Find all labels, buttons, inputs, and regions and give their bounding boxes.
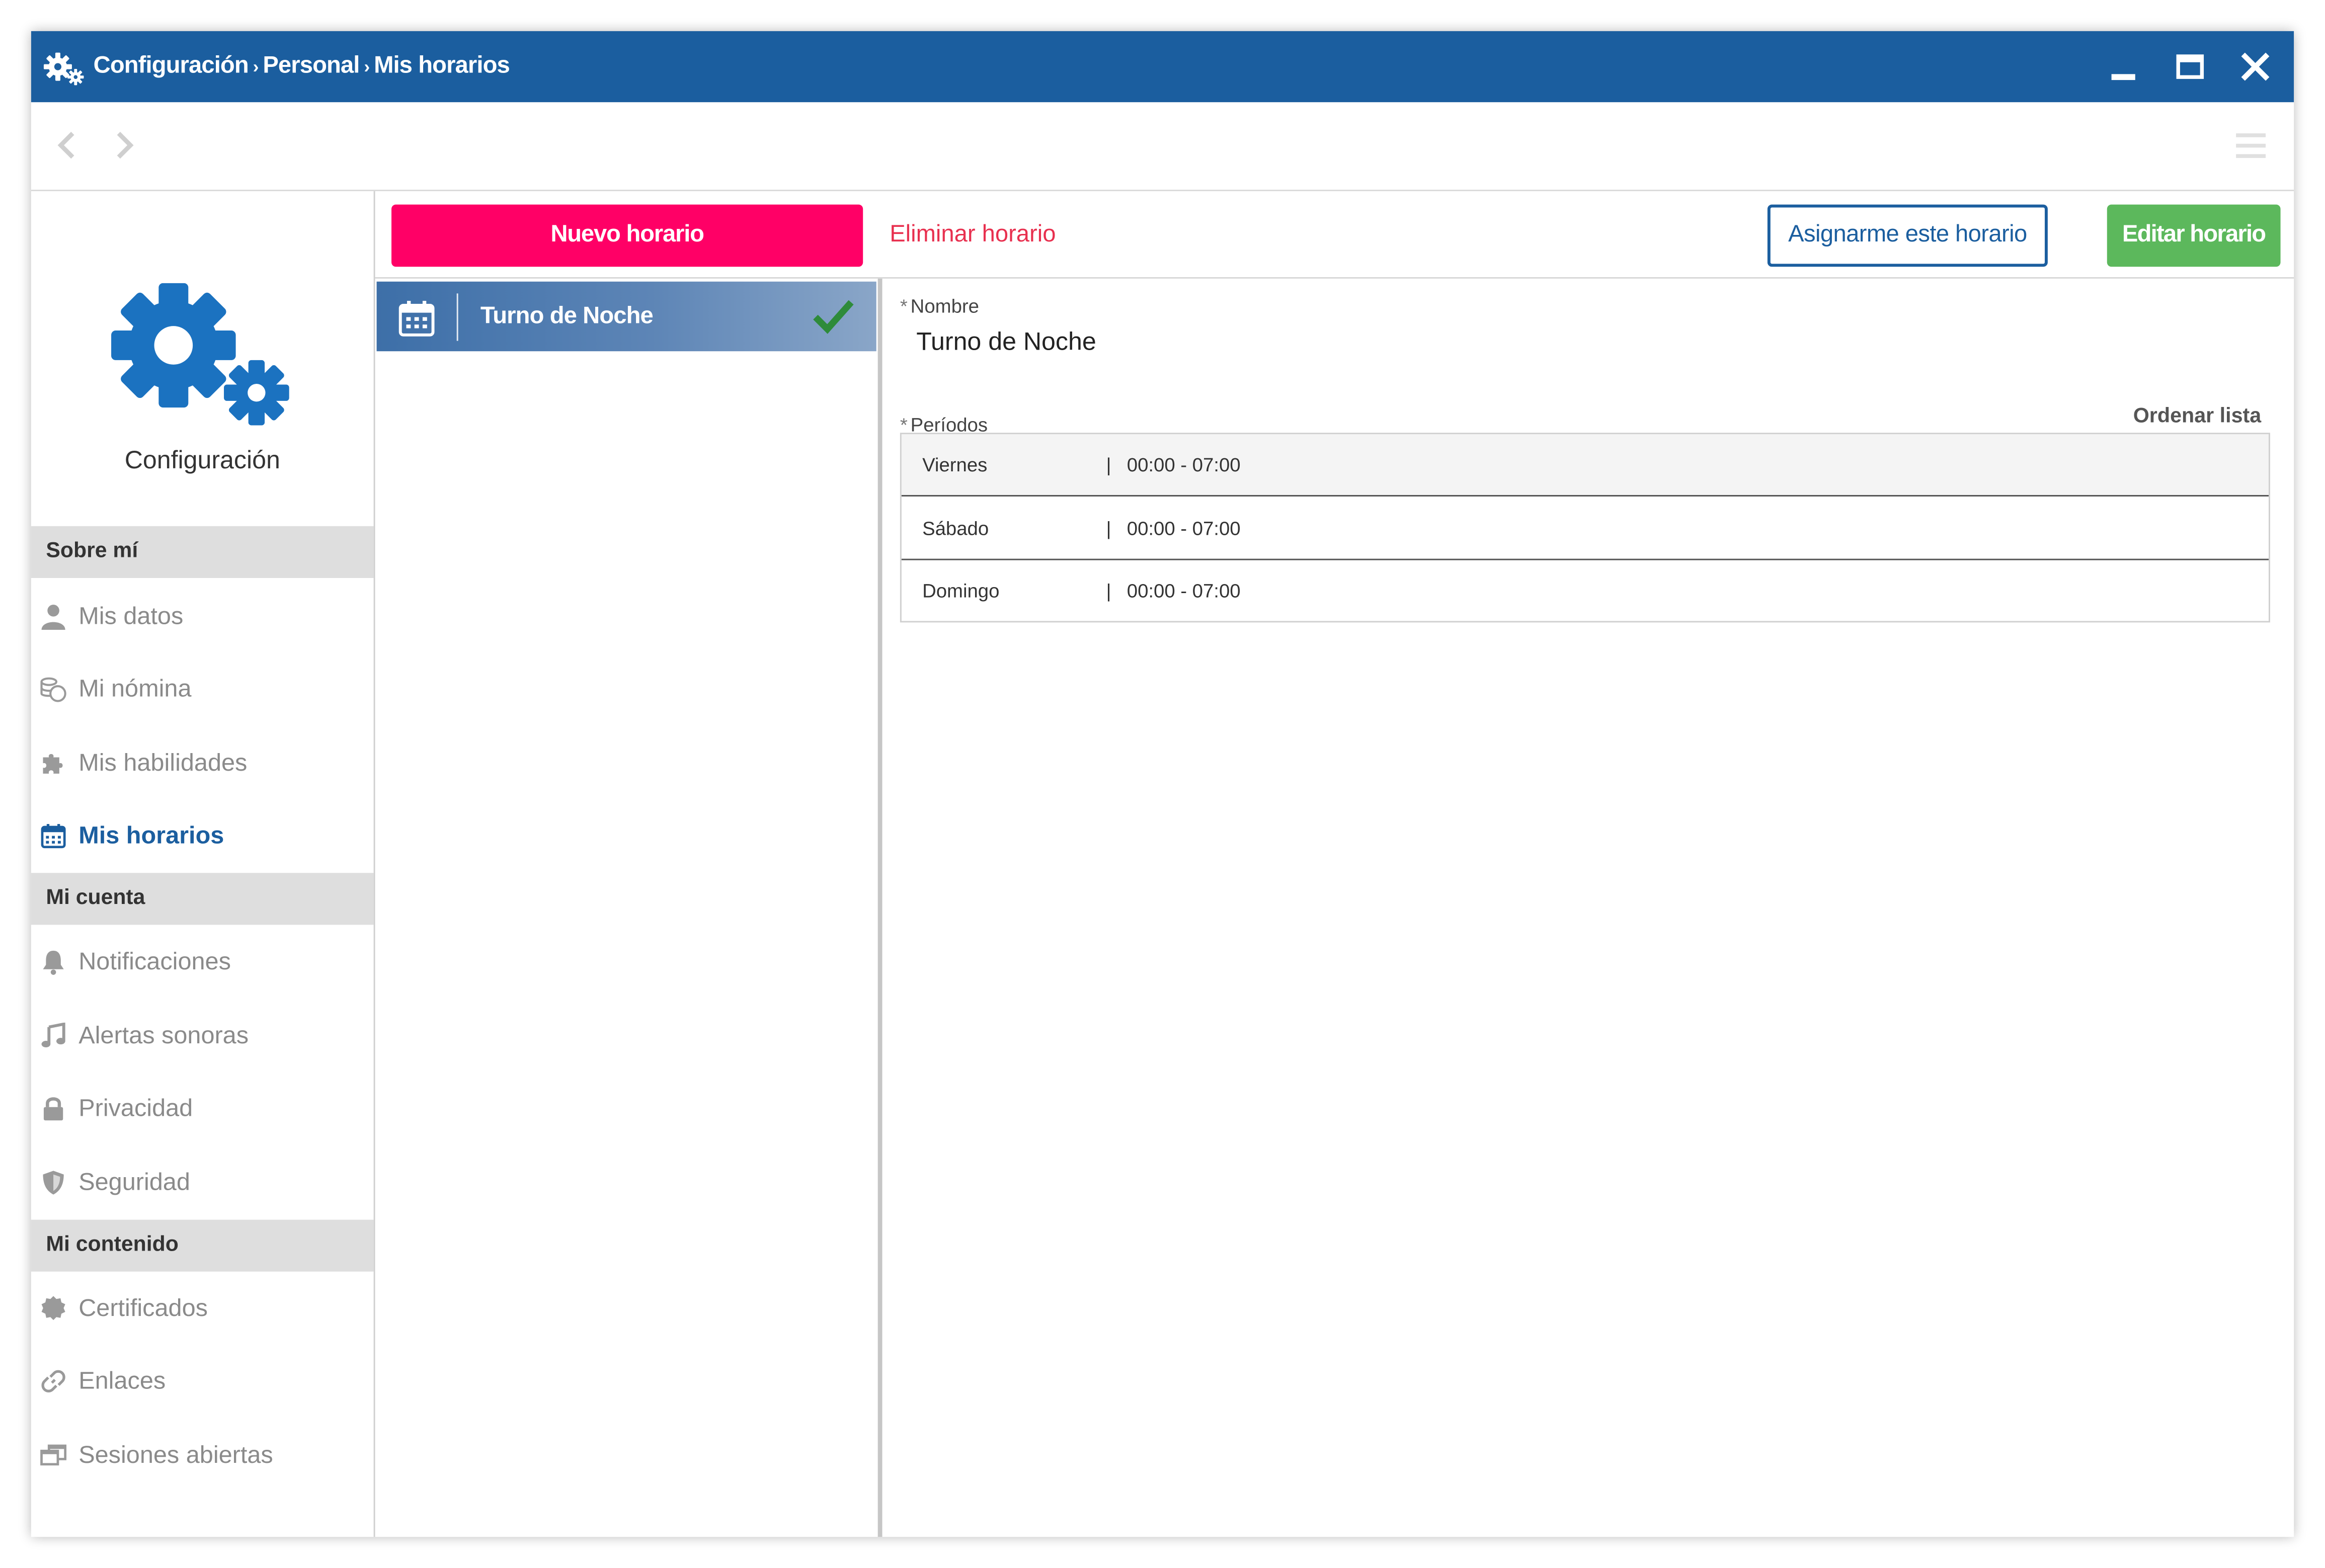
field-label-text: Nombre (910, 295, 979, 317)
period-row[interactable]: Viernes | 00:00 - 07:00 (901, 434, 2269, 497)
period-time: 00:00 - 07:00 (1127, 579, 1241, 602)
gears-icon (43, 52, 84, 86)
sidebar-brand-label: Configuración (124, 446, 280, 474)
chevron-left-icon[interactable] (53, 129, 83, 161)
sidebar-item-label: Mis horarios (78, 822, 224, 850)
breadcrumb-item-current: Mis horarios (374, 53, 510, 79)
sort-list-link[interactable]: Ordenar lista (2133, 403, 2262, 427)
user-icon (41, 605, 65, 630)
period-row[interactable]: Sábado | 00:00 - 07:00 (901, 498, 2269, 560)
puzzle-icon (43, 754, 63, 774)
sidebar-item-label: Seguridad (78, 1169, 190, 1196)
sidebar-item-alertas-sonoras[interactable]: Alertas sonoras (31, 1006, 374, 1065)
link-icon (41, 1370, 65, 1392)
period-row[interactable]: Domingo | 00:00 - 07:00 (902, 560, 2269, 623)
coins-icon (40, 677, 66, 702)
title-bar: Configuración › Personal › Mis horarios (31, 31, 2294, 103)
sidebar-item-mi-nomina[interactable]: Mi nómina (31, 659, 374, 719)
list-item-divider (456, 293, 458, 341)
sidebar-item-label: Mi nómina (78, 676, 192, 703)
period-separator: | (1106, 579, 1111, 602)
sidebar-item-label: Mis datos (78, 603, 184, 630)
sidebar-item-label: Privacidad (78, 1095, 193, 1122)
breadcrumb-separator: › (364, 56, 370, 77)
maximize-icon[interactable] (2172, 49, 2208, 85)
screen: Configuración›Personal›Mis horarios (0, 0, 2325, 1568)
schedule-detail: * Nombre Turno de Noche * Períodos Ordenar… (882, 278, 2294, 1537)
period-day: Domingo (922, 579, 1000, 602)
hamburger-menu-icon[interactable] (2234, 129, 2267, 161)
sidebar-item-label: Mis habilidades (78, 750, 248, 777)
toolbar: Nuevo horario Eliminar horario Asignarme… (375, 191, 2294, 279)
sidebar-item-label: Notificaciones (78, 948, 231, 975)
period-separator: | (1106, 517, 1111, 540)
section-header-mi-contenido: Mi contenido (31, 1219, 374, 1272)
period-day: Sábado (922, 517, 989, 540)
edit-schedule-button[interactable]: Editar horario (2107, 204, 2281, 267)
schedule-list: Turno de Noche (375, 278, 883, 1537)
periods-table: Viernes | 00:00 - 07:00 Sábado | 00:00 -… (900, 433, 2270, 623)
sidebar-item-seguridad[interactable]: Seguridad (31, 1153, 374, 1212)
close-icon[interactable] (2237, 49, 2273, 85)
sidebar-item-privacidad[interactable]: Privacidad (31, 1079, 374, 1138)
minimize-icon[interactable] (2106, 49, 2141, 85)
breadcrumb-item[interactable]: Personal (263, 53, 360, 78)
music-note-icon (41, 1022, 65, 1048)
delete-schedule-button[interactable]: Eliminar horario (890, 205, 1056, 267)
check-icon (813, 300, 854, 334)
period-time: 00:00 - 07:00 (1127, 517, 1241, 540)
assign-schedule-button[interactable]: Asignarme este horario (1767, 204, 2048, 267)
section-header-mi-cuenta: Mi cuenta (31, 873, 374, 925)
period-time: 00:00 - 07:00 (1127, 453, 1241, 476)
name-field-label: * Nombre (900, 295, 979, 317)
sidebar-item-label: Alertas sonoras (78, 1022, 249, 1049)
period-separator: | (1106, 453, 1111, 476)
navigation-bar (31, 102, 2294, 192)
sidebar-item-label: Sesiones abiertas (78, 1442, 273, 1469)
calendar-icon (398, 301, 435, 337)
calendar-icon (41, 824, 66, 849)
schedule-name: Turno de Noche (480, 303, 654, 329)
sidebar-item-mis-datos[interactable]: Mis datos (31, 587, 374, 646)
schedule-list-item[interactable]: Turno de Noche (376, 281, 876, 352)
app-window: Configuración›Personal›Mis horarios (31, 31, 2294, 1537)
sidebar-item-sesiones-abiertas[interactable]: Sesiones abiertas (31, 1426, 374, 1485)
breadcrumb-separator: › (253, 56, 259, 77)
shield-icon (43, 1171, 64, 1195)
breadcrumb-item[interactable]: Configuración (94, 53, 249, 78)
certificate-icon (41, 1296, 65, 1321)
sidebar-item-certificados[interactable]: Certificados (31, 1279, 374, 1339)
sidebar-item-mis-horarios[interactable]: Mis horarios (31, 806, 374, 866)
windows-icon (40, 1444, 67, 1466)
sidebar-item-label: Enlaces (78, 1368, 166, 1395)
period-day: Viernes (922, 453, 988, 476)
required-mark: * (900, 295, 908, 317)
sidebar-item-notificaciones[interactable]: Notificaciones (31, 932, 374, 992)
sidebar-item-label: Certificados (78, 1295, 208, 1322)
breadcrumb: Configuración › Personal › Mis horarios (94, 31, 510, 102)
new-schedule-button[interactable]: Nuevo horario (391, 204, 863, 267)
bell-icon (43, 950, 64, 975)
chevron-right-icon[interactable] (108, 129, 138, 161)
sidebar-item-enlaces[interactable]: Enlaces (31, 1352, 374, 1411)
section-header-sobre-mi: Sobre mí (31, 526, 374, 578)
sidebar-item-mis-habilidades[interactable]: Mis habilidades (31, 733, 374, 793)
lock-icon (43, 1097, 63, 1121)
name-value: Turno de Noche (916, 327, 1096, 356)
gears-icon (111, 283, 289, 426)
sidebar: Configuración Sobre mí Mis datos Mi nómi… (31, 191, 375, 1537)
